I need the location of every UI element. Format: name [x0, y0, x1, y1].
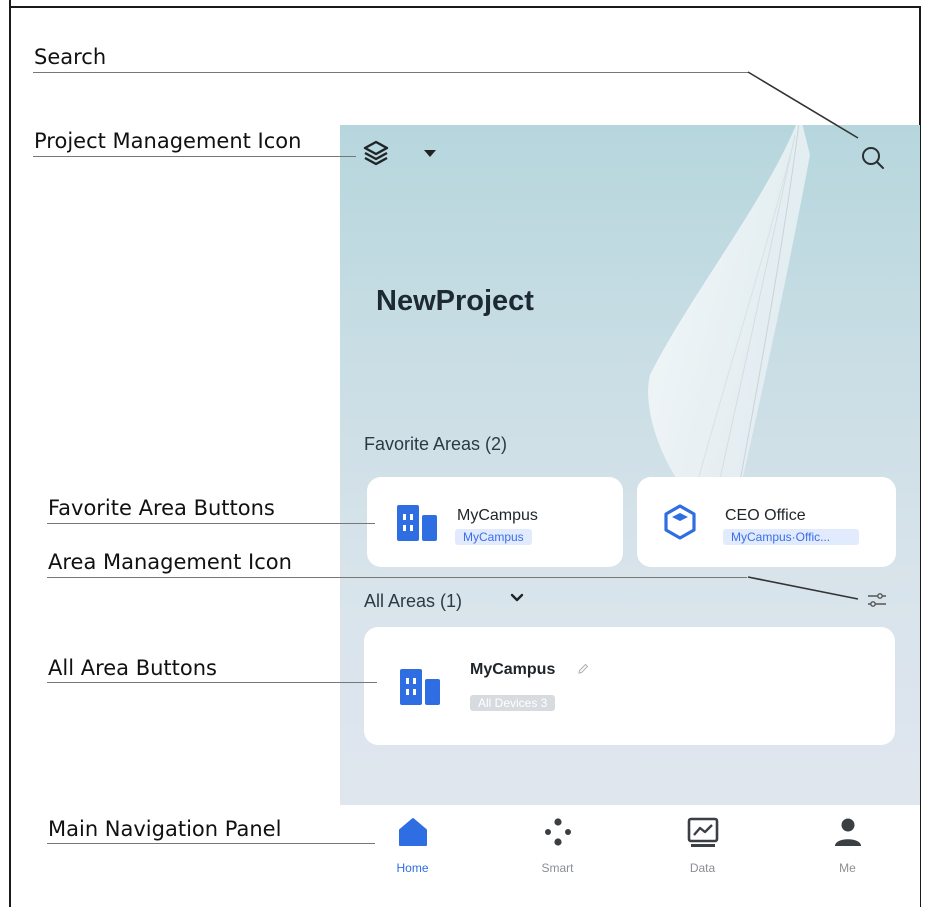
nav-item-data[interactable]: Data	[630, 805, 775, 907]
leader-line-project-management	[33, 156, 356, 157]
edit-pencil-icon[interactable]	[577, 663, 589, 675]
home-icon	[398, 818, 427, 846]
all-areas-heading[interactable]: All Areas (1)	[364, 591, 462, 612]
leader-line-favorite-areas	[47, 523, 375, 524]
favorite-area-name: CEO Office	[725, 507, 806, 524]
room-cube-icon	[664, 504, 696, 540]
nav-item-me[interactable]: Me	[775, 805, 920, 907]
favorite-areas-heading: Favorite Areas (2)	[364, 434, 508, 454]
main-navigation-panel: Home Smart Data Me	[340, 805, 920, 907]
project-title: NewProject	[376, 285, 534, 317]
annotation-project-management-icon: Project Management Icon	[34, 129, 302, 153]
annotation-search: Search	[34, 45, 107, 69]
annotation-area-management-icon: Area Management Icon	[48, 550, 292, 574]
favorite-area-card-ceo-office[interactable]: CEO Office MyCampus·Offic...	[637, 477, 896, 567]
nav-label-smart: Smart	[541, 861, 574, 875]
annotation-main-navigation-panel: Main Navigation Panel	[48, 817, 282, 841]
smart-dots-icon	[544, 818, 571, 846]
nav-label-home: Home	[396, 861, 429, 875]
annotation-all-area-buttons: All Area Buttons	[48, 656, 217, 680]
caret-down-icon[interactable]	[424, 150, 436, 157]
chevron-down-icon[interactable]	[510, 591, 524, 605]
decorative-shell-graphic	[648, 125, 810, 535]
annotation-favorite-area-buttons: Favorite Area Buttons	[48, 496, 275, 520]
nav-item-smart[interactable]: Smart	[485, 805, 630, 907]
favorite-area-card-mycampus[interactable]: MyCampus MyCampus	[367, 477, 623, 567]
leader-line-all-areas	[47, 682, 377, 683]
nav-label-data: Data	[689, 861, 716, 875]
phone-screen: NewProject Favorite Areas (2) MyCampus M…	[340, 125, 920, 907]
nav-label-me: Me	[839, 861, 856, 875]
frame-left-border	[9, 0, 11, 907]
search-icon[interactable]	[860, 145, 886, 171]
building-icon	[400, 669, 440, 705]
leader-line-area-management	[47, 577, 747, 578]
building-icon	[397, 505, 437, 541]
all-devices-tag: All Devices 3	[470, 695, 556, 711]
favorite-area-name: MyCampus	[457, 507, 538, 524]
frame-top-border	[9, 6, 921, 8]
leader-diagonal-area-management	[747, 576, 859, 600]
favorite-area-tag: MyCampus	[455, 529, 532, 545]
favorite-area-tag: MyCampus·Offic...	[723, 529, 859, 545]
layers-icon[interactable]	[362, 139, 390, 169]
leader-line-search	[33, 72, 748, 73]
chart-icon	[687, 817, 718, 847]
leader-diagonal-search	[747, 71, 859, 139]
all-area-name: MyCampus	[470, 661, 556, 678]
person-icon	[834, 818, 861, 846]
nav-item-home[interactable]: Home	[340, 805, 485, 907]
leader-line-main-navigation	[47, 843, 375, 844]
all-area-card-mycampus[interactable]: MyCampus All Devices 3	[364, 627, 895, 745]
